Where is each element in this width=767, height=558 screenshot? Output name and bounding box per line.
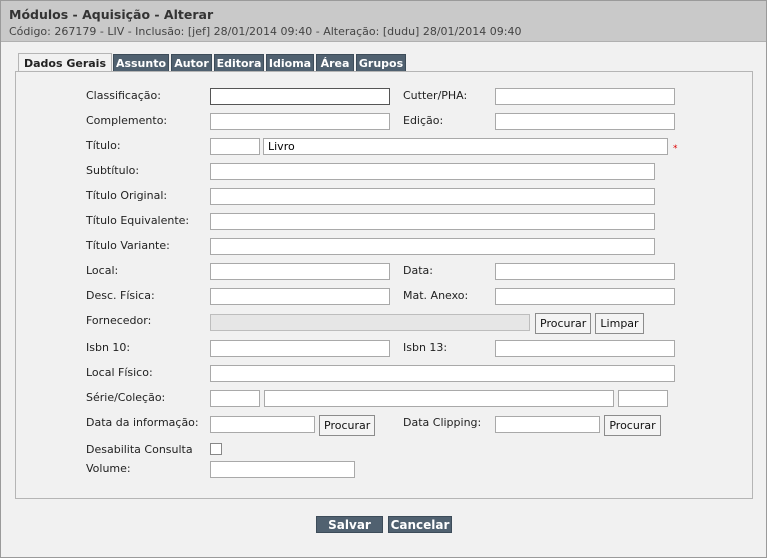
mat-anexo-input[interactable]	[495, 288, 675, 305]
fornecedor-procurar-button[interactable]: Procurar	[535, 313, 591, 334]
mat-anexo-label: Mat. Anexo:	[403, 289, 469, 302]
serie-prefix-input[interactable]	[210, 390, 260, 407]
titulo-variante-input[interactable]	[210, 238, 655, 255]
desc-fisica-input[interactable]	[210, 288, 390, 305]
classificacao-label: Classificação:	[86, 89, 161, 102]
local-input[interactable]	[210, 263, 390, 280]
data-informacao-procurar-button[interactable]: Procurar	[319, 415, 375, 436]
titulo-input[interactable]	[263, 138, 668, 155]
edicao-label: Edição:	[403, 114, 444, 127]
isbn13-input[interactable]	[495, 340, 675, 357]
desc-fisica-label: Desc. Física:	[86, 289, 155, 302]
titulo-equivalente-label: Título Equivalente:	[86, 214, 190, 227]
serie-input[interactable]	[264, 390, 614, 407]
volume-label: Volume:	[86, 462, 131, 475]
isbn10-label: Isbn 10:	[86, 341, 131, 354]
titulo-variante-label: Título Variante:	[86, 239, 170, 252]
fornecedor-label: Fornecedor:	[86, 314, 152, 327]
titulo-original-label: Título Original:	[86, 189, 168, 202]
data-input[interactable]	[495, 263, 675, 280]
complemento-input[interactable]	[210, 113, 390, 130]
save-button[interactable]: Salvar	[316, 516, 383, 533]
cutter-label: Cutter/PHA:	[403, 89, 468, 102]
desabilita-consulta-label: Desabilita Consulta	[86, 443, 193, 456]
local-fisico-input[interactable]	[210, 365, 675, 382]
local-label: Local:	[86, 264, 119, 277]
fornecedor-input[interactable]	[210, 314, 530, 331]
desabilita-consulta-checkbox[interactable]	[210, 443, 222, 455]
data-clipping-input[interactable]	[495, 416, 600, 433]
isbn10-input[interactable]	[210, 340, 390, 357]
cutter-input[interactable]	[495, 88, 675, 105]
classificacao-input[interactable]	[210, 88, 390, 105]
data-clipping-procurar-button[interactable]: Procurar	[604, 415, 661, 436]
serie-label: Série/Coleção:	[86, 391, 166, 404]
serie-number-input[interactable]	[618, 390, 668, 407]
isbn13-label: Isbn 13:	[403, 341, 448, 354]
data-informacao-input[interactable]	[210, 416, 315, 433]
record-info: Código: 267179 - LIV - Inclusão: [jef] 2…	[9, 25, 522, 38]
cancel-button[interactable]: Cancelar	[388, 516, 452, 533]
data-informacao-label: Data da informação:	[86, 416, 199, 429]
page-title: Módulos - Aquisição - Alterar	[9, 7, 214, 22]
data-label: Data:	[403, 264, 433, 277]
fornecedor-limpar-button[interactable]: Limpar	[595, 313, 644, 334]
header: Módulos - Aquisição - Alterar Código: 26…	[1, 1, 766, 42]
titulo-label: Título:	[86, 139, 121, 152]
local-fisico-label: Local Físico:	[86, 366, 153, 379]
titulo-original-input[interactable]	[210, 188, 655, 205]
titulo-equivalente-input[interactable]	[210, 213, 655, 230]
edicao-input[interactable]	[495, 113, 675, 130]
subtitulo-input[interactable]	[210, 163, 655, 180]
complemento-label: Complemento:	[86, 114, 168, 127]
titulo-prefix-input[interactable]	[210, 138, 260, 155]
volume-input[interactable]	[210, 461, 355, 478]
subtitulo-label: Subtítulo:	[86, 164, 140, 177]
required-mark: *	[673, 144, 678, 154]
data-clipping-label: Data Clipping:	[403, 416, 482, 429]
